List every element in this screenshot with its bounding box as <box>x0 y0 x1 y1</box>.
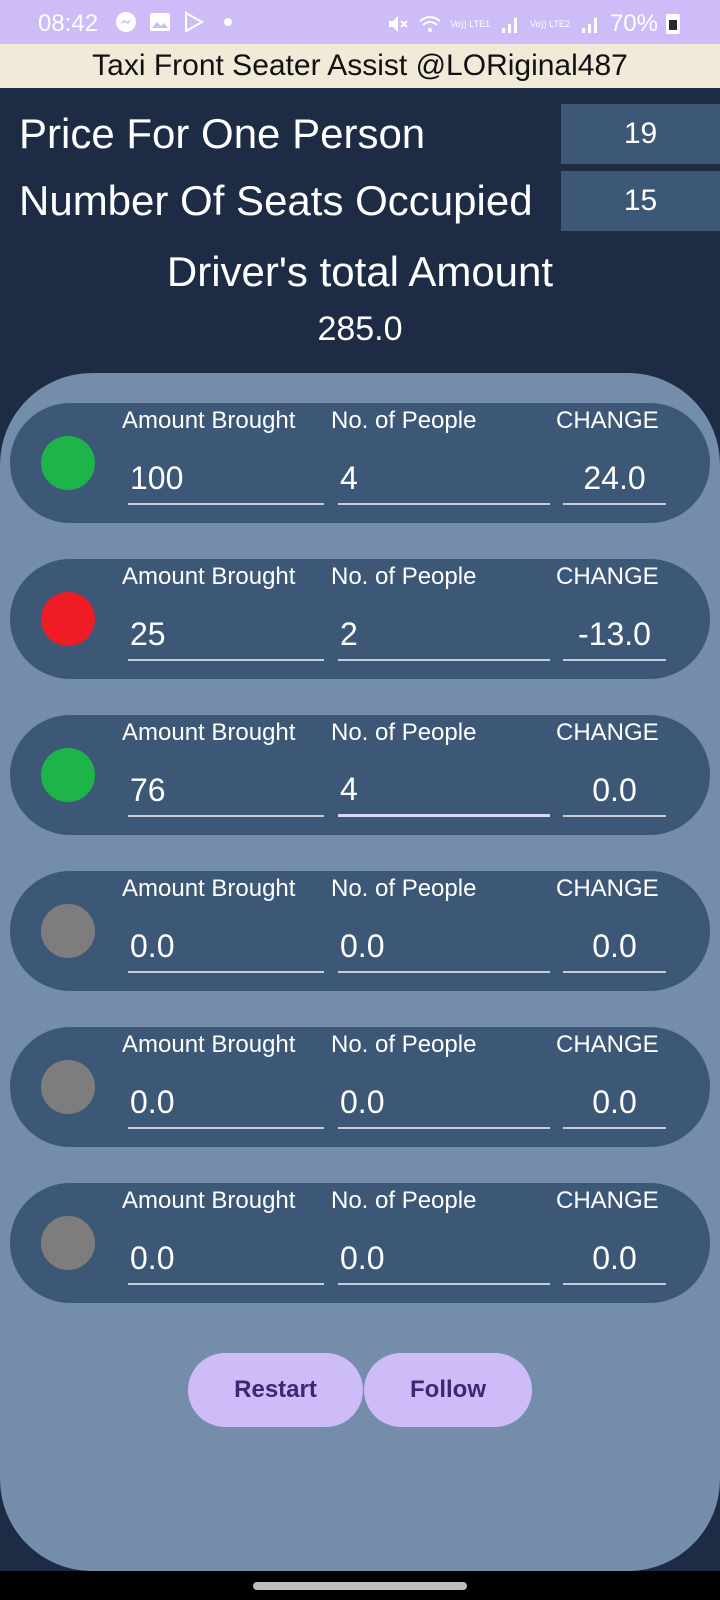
signal-icon <box>581 18 597 33</box>
sim1-label: Vo)) LTE1 <box>450 18 491 29</box>
people-label: No. of People <box>331 407 477 434</box>
passenger-row: Amount Brought No. of People CHANGE 25 2… <box>10 559 710 679</box>
change-field: 24.0 <box>563 453 666 505</box>
amount-input[interactable]: 100 <box>128 453 324 505</box>
people-label: No. of People <box>331 1187 477 1214</box>
price-row: Price For One Person 19 <box>0 104 720 164</box>
sim2-label: Vo)) LTE2 <box>530 18 570 29</box>
change-field: 0.0 <box>563 1233 666 1285</box>
status-indicator <box>41 1060 95 1114</box>
amount-input[interactable]: 25 <box>128 609 324 661</box>
passenger-row: Amount Brought No. of People CHANGE 100 … <box>10 403 710 523</box>
amount-label: Amount Brought <box>122 407 296 434</box>
people-input[interactable]: 2 <box>338 609 550 661</box>
status-indicator <box>41 748 95 802</box>
people-label: No. of People <box>331 563 477 590</box>
play-store-icon <box>185 11 205 33</box>
amount-label: Amount Brought <box>122 1031 296 1058</box>
battery-percentage: 70% <box>609 10 658 37</box>
people-label: No. of People <box>331 875 477 902</box>
change-field: -13.0 <box>563 609 666 661</box>
amount-label: Amount Brought <box>122 563 296 590</box>
passenger-row: Amount Brought No. of People CHANGE 76 4… <box>10 715 710 835</box>
restart-button[interactable]: Restart <box>188 1353 363 1427</box>
status-right: Vo)) LTE1 Vo)) LTE2 70% <box>386 10 680 38</box>
seats-row: Number Of Seats Occupied 15 <box>0 171 720 231</box>
status-indicator <box>41 436 95 490</box>
people-input[interactable]: 4 <box>338 765 550 817</box>
messenger-icon <box>116 12 136 32</box>
people-input[interactable]: 4 <box>338 453 550 505</box>
amount-label: Amount Brought <box>122 875 296 902</box>
change-label: CHANGE <box>556 875 659 902</box>
status-indicator <box>41 1216 95 1270</box>
people-input[interactable]: 0.0 <box>338 1077 550 1129</box>
change-label: CHANGE <box>556 1187 659 1214</box>
amount-label: Amount Brought <box>122 719 296 746</box>
navigation-bar <box>0 1571 720 1600</box>
status-bar: 08:42 Vo)) LTE1 Vo)) LTE2 70% <box>0 0 720 44</box>
change-label: CHANGE <box>556 407 659 434</box>
price-label: Price For One Person <box>19 110 426 157</box>
change-field: 0.0 <box>563 921 666 973</box>
gallery-icon <box>150 13 170 31</box>
status-indicator <box>41 904 95 958</box>
wifi-icon <box>419 16 441 32</box>
passenger-row: Amount Brought No. of People CHANGE 0.0 … <box>10 871 710 991</box>
amount-input[interactable]: 0.0 <box>128 1077 324 1129</box>
status-indicator <box>41 592 95 646</box>
people-label: No. of People <box>331 719 477 746</box>
seats-label: Number Of Seats Occupied <box>19 177 533 224</box>
change-field: 0.0 <box>563 765 666 817</box>
change-label: CHANGE <box>556 563 659 590</box>
total-value: 285.0 <box>317 310 403 348</box>
status-time: 08:42 <box>38 10 99 37</box>
app-title: Taxi Front Seater Assist @LORiginal487 <box>92 49 628 82</box>
signal-icon <box>502 18 518 33</box>
people-input[interactable]: 0.0 <box>338 921 550 973</box>
change-label: CHANGE <box>556 1031 659 1058</box>
total-title: Driver's total Amount <box>166 248 554 295</box>
price-input[interactable]: 19 <box>561 104 720 164</box>
mute-icon <box>389 16 408 32</box>
home-gesture-handle[interactable] <box>253 1582 467 1590</box>
passenger-row: Amount Brought No. of People CHANGE 0.0 … <box>10 1183 710 1303</box>
notification-icons <box>114 10 240 34</box>
change-field: 0.0 <box>563 1077 666 1129</box>
seats-input[interactable]: 15 <box>561 171 720 231</box>
dot-icon <box>224 18 232 26</box>
app-title-bar: Taxi Front Seater Assist @LORiginal487 <box>0 44 720 88</box>
people-label: No. of People <box>331 1031 477 1058</box>
amount-label: Amount Brought <box>122 1187 296 1214</box>
change-label: CHANGE <box>556 719 659 746</box>
people-input[interactable]: 0.0 <box>338 1233 550 1285</box>
follow-button[interactable]: Follow <box>364 1353 532 1427</box>
passenger-row: Amount Brought No. of People CHANGE 0.0 … <box>10 1027 710 1147</box>
battery-icon <box>666 14 680 34</box>
amount-input[interactable]: 76 <box>128 765 324 817</box>
amount-input[interactable]: 0.0 <box>128 1233 324 1285</box>
amount-input[interactable]: 0.0 <box>128 921 324 973</box>
